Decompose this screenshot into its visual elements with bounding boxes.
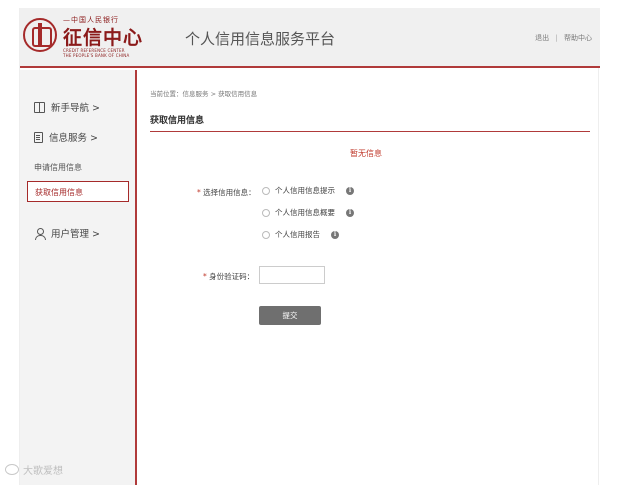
select-credit-info-label: * 选择信用信息：: [197, 188, 256, 197]
logout-link[interactable]: 退出: [535, 34, 549, 42]
radio-button[interactable]: [262, 186, 270, 195]
option-label: 个人信用报告: [275, 230, 320, 239]
sidebar: 新手导航 > 信息服务 > 申请信用信息 获取信用信息 用户管理 >: [20, 70, 137, 485]
help-center-link[interactable]: 帮助中心: [564, 34, 592, 42]
page-frame: —中国人民银行 征信中心 CREDIT REFERENCE CENTER THE…: [19, 8, 600, 485]
submit-button[interactable]: 提交: [259, 306, 321, 325]
option-credit-report[interactable]: 个人信用报告 i: [262, 229, 339, 240]
identity-code-input[interactable]: [259, 266, 325, 284]
logo-title: 征信中心: [63, 27, 144, 49]
header: —中国人民银行 征信中心 CREDIT REFERENCE CENTER THE…: [20, 8, 600, 68]
sidebar-item-info-service[interactable]: 信息服务 >: [34, 130, 98, 144]
sidebar-item-beginner-guide[interactable]: 新手导航 >: [34, 100, 100, 114]
sidebar-item-user-management[interactable]: 用户管理 >: [34, 226, 100, 240]
sidebar-subitem-apply-credit-info[interactable]: 申请信用信息: [34, 162, 82, 173]
breadcrumb: 当前位置：信息服务 > 获取信用信息: [150, 90, 258, 98]
info-icon[interactable]: i: [346, 208, 354, 217]
book-icon: [34, 101, 45, 113]
watermark: 大歌爱想: [5, 462, 63, 477]
page-title: 获取信用信息: [150, 113, 590, 132]
status-notice: 暂无信息: [350, 149, 382, 158]
seal-icon: [23, 18, 57, 52]
option-label: 个人信用信息概要: [275, 208, 335, 217]
sidebar-subitem-get-credit-info[interactable]: 获取信用信息: [27, 181, 129, 202]
sidebar-item-label: 信息服务 >: [49, 133, 98, 144]
info-icon[interactable]: i: [331, 230, 339, 239]
info-icon[interactable]: i: [346, 186, 354, 195]
option-credit-info-hint[interactable]: 个人信用信息提示 i: [262, 185, 354, 196]
header-links: 退出 | 帮助中心: [535, 33, 592, 43]
platform-title: 个人信用信息服务平台: [185, 30, 336, 48]
logo-en-line2: THE PEOPLE'S BANK OF CHINA: [63, 53, 130, 58]
sidebar-item-label: 新手导航 >: [51, 103, 100, 114]
weibo-icon: [5, 464, 19, 475]
option-label: 个人信用信息提示: [275, 186, 335, 195]
document-icon: [34, 131, 43, 143]
credit-center-logo: —中国人民银行 征信中心 CREDIT REFERENCE CENTER THE…: [23, 15, 153, 61]
watermark-text: 大歌爱想: [23, 466, 63, 477]
identity-code-label: * 身份验证码：: [203, 272, 255, 281]
option-credit-info-summary[interactable]: 个人信用信息概要 i: [262, 207, 354, 218]
radio-button[interactable]: [262, 230, 270, 239]
radio-button[interactable]: [262, 208, 270, 217]
sidebar-item-label: 用户管理 >: [51, 229, 100, 240]
user-icon: [34, 227, 46, 240]
link-separator: |: [555, 34, 558, 42]
